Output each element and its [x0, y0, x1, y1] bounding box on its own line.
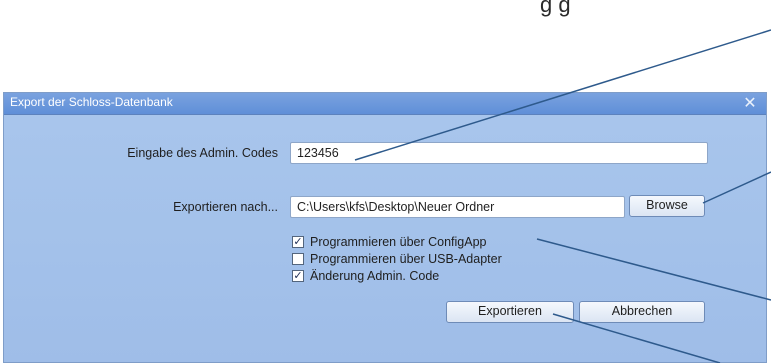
admin-code-label: Eingabe des Admin. Codes — [127, 146, 278, 160]
export-button[interactable]: Exportieren — [446, 301, 574, 323]
dialog-titlebar: Export der Schloss-Datenbank ✕ — [4, 93, 766, 115]
export-dialog: Export der Schloss-Datenbank ✕ Eingabe d… — [3, 92, 767, 363]
option-admin-code-change-label: Änderung Admin. Code — [310, 269, 440, 283]
checkbox-admin-code-change[interactable]: ✓ — [292, 270, 304, 282]
admin-code-input[interactable]: 123456 — [290, 142, 708, 164]
export-path-label: Exportieren nach... — [173, 200, 278, 214]
dialog-title: Export der Schloss-Datenbank — [10, 95, 173, 109]
top-caption: g g — [540, 0, 571, 17]
option-usb-adapter-label: Programmieren über USB-Adapter — [310, 252, 502, 266]
close-icon[interactable]: ✕ — [742, 93, 758, 113]
checkbox-configapp[interactable]: ✓ — [292, 236, 304, 248]
option-configapp-label: Programmieren über ConfigApp — [310, 235, 487, 249]
checkbox-usb-adapter[interactable] — [292, 253, 304, 265]
export-path-input[interactable]: C:\Users\kfs\Desktop\Neuer Ordner — [290, 196, 625, 218]
cancel-button[interactable]: Abbrechen — [579, 301, 705, 323]
browse-button[interactable]: Browse — [629, 195, 705, 217]
